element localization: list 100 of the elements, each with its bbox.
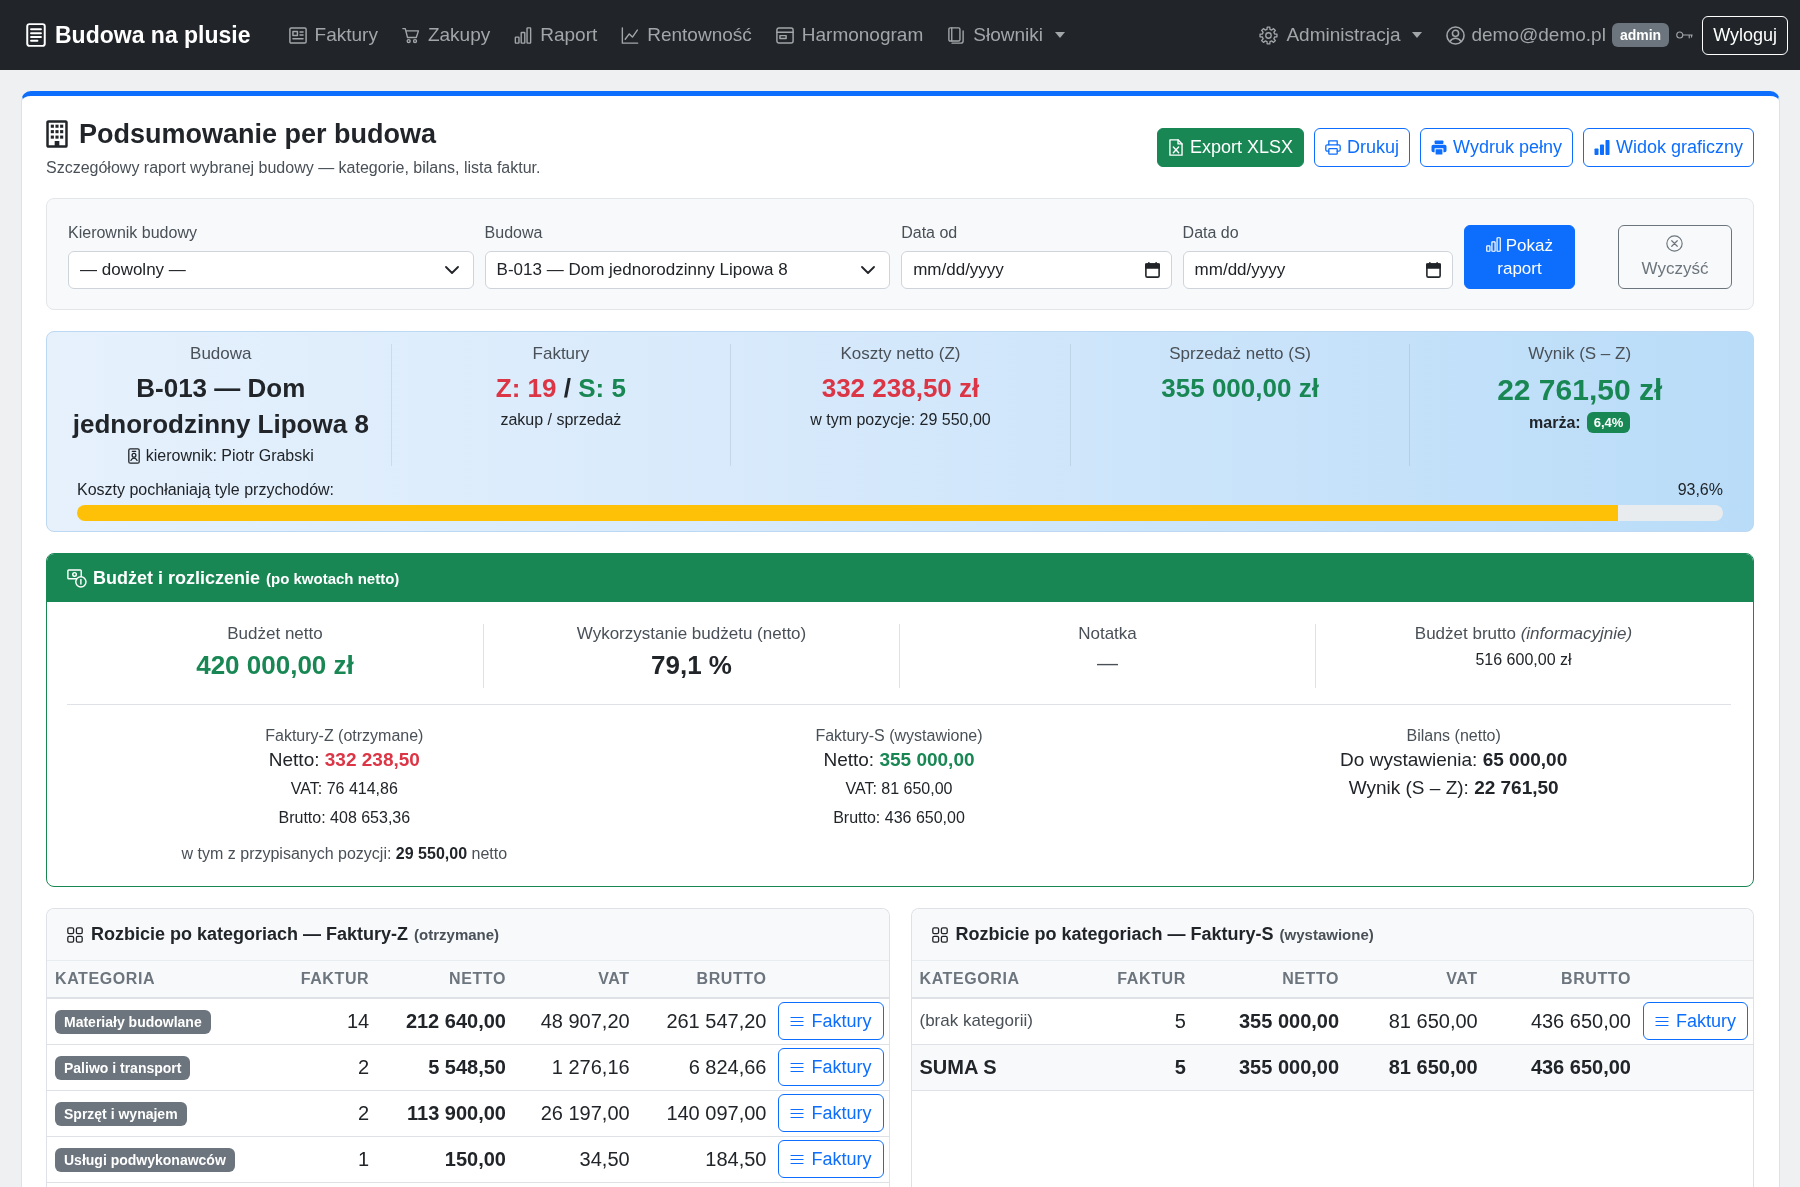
table-cell: 5 — [1082, 1044, 1194, 1090]
print-button[interactable]: Drukuj — [1314, 128, 1411, 167]
printer-icon — [1325, 139, 1342, 156]
select-field[interactable]: — dowolny — — [68, 251, 474, 289]
metric-label: Budżet netto — [226, 624, 324, 644]
stat-note: zakup / sprzedaż — [499, 410, 623, 430]
chevron-down-icon — [861, 266, 876, 274]
card-subtitle: (wystawione) — [1279, 926, 1374, 943]
progress-reading: 93,6% — [1677, 480, 1723, 500]
amount-value: 355 000,00 — [879, 749, 975, 770]
page-title: Podsumowanie per budowa — [79, 118, 437, 151]
invoices-button[interactable]: Faktury — [778, 1140, 884, 1178]
table-cell: 1 — [277, 1136, 378, 1182]
field-label: Data do — [1182, 223, 1240, 242]
amount-label: Netto: — [268, 749, 320, 770]
building-icon — [46, 120, 68, 148]
metric-label: Wykorzystanie budżetu (netto) — [575, 624, 808, 644]
table-cell: 355 000,00 — [1193, 998, 1348, 1044]
column-header: FAKTUR — [1082, 961, 1194, 998]
amount-line: Brutto: 436 650,00 — [832, 808, 966, 828]
table-cell: 81 650,00 — [1347, 998, 1486, 1044]
metric-label: Notatka — [1077, 624, 1138, 644]
metric-label: Budżet brutto (informacyjnie) — [1413, 624, 1634, 644]
table-cell: SUMA S — [911, 1044, 1083, 1090]
id-badge-icon — [127, 448, 140, 464]
settings-icon — [1259, 25, 1279, 45]
stat-value: B-013 — Dom jednorodzinny Lipowa 8 — [71, 372, 370, 441]
table-cell: 113 900,00 — [377, 1090, 514, 1136]
metric-value: 79,1 % — [650, 649, 733, 682]
column-header: BRUTTO — [1485, 961, 1639, 998]
list-icon — [790, 1153, 805, 1165]
stat-label: Budowa — [189, 344, 253, 364]
column-title: Faktury-S (wystawione) — [814, 726, 984, 746]
list-icon — [790, 1061, 805, 1073]
table-cell: 1 276,16 — [514, 1044, 638, 1090]
margin-label: marża: — [1529, 413, 1581, 432]
stat-note: w tym pozycje: 29 550,00 — [809, 410, 992, 430]
report-button[interactable]: Pokaż raport — [1464, 225, 1575, 289]
table-cell: 5 548,50 — [377, 1044, 514, 1090]
stat-label: Faktury — [531, 344, 591, 364]
brand-link[interactable]: Budowa na plusie — [14, 15, 263, 55]
nav-link[interactable]: Zakupy — [389, 18, 503, 52]
table-cell: 436 650,00 — [1485, 998, 1639, 1044]
page-subtitle: Szczegółowy raport wybranej budowy — kategorie, bilans, lista faktur. — [46, 159, 541, 177]
table-cell: 5 — [1082, 998, 1194, 1044]
margin-badge: 6,4% — [1586, 412, 1631, 433]
bar-chart-icon — [1593, 139, 1610, 156]
clear-button[interactable]: Wyczyść — [1618, 225, 1732, 289]
table-cell: 2 — [277, 1090, 378, 1136]
nav-link[interactable]: Faktury — [276, 18, 390, 52]
cash-coin-icon — [67, 568, 87, 588]
date-field[interactable]: mm/dd/yyyy — [901, 251, 1172, 289]
full-print-button[interactable]: Wydruk pełny — [1420, 128, 1573, 167]
table-cell: 150,00 — [377, 1136, 514, 1182]
user-link[interactable]: demo@demo.pl — [1434, 18, 1610, 52]
category-badge: Usługi podwykonawców — [55, 1147, 235, 1172]
nav-link[interactable]: Harmonogram — [763, 18, 936, 52]
invoices-button[interactable]: Faktury — [1643, 1002, 1748, 1041]
grid-icon — [67, 926, 83, 943]
nav-link[interactable]: Słowniki — [935, 18, 1077, 52]
chart-view-button[interactable]: Widok graficzny — [1582, 128, 1754, 167]
stat-value: 332 238,50 zł — [820, 372, 981, 405]
stat-value: Z: 19 — [495, 373, 557, 403]
invoices-button[interactable]: Faktury — [778, 1002, 884, 1041]
export-button[interactable]: Export XLSX — [1157, 128, 1305, 167]
metric-value: — — [1096, 650, 1119, 676]
admin-menu[interactable]: Administracja — [1247, 18, 1435, 52]
card-subtitle: (po kwotach netto) — [266, 569, 400, 587]
column-header: FAKTUR — [277, 961, 378, 998]
card-title: Rozbicie po kategoriach — Faktury-Z — [91, 924, 409, 945]
books-icon — [947, 26, 966, 44]
nav-link[interactable]: Rentowność — [609, 18, 764, 52]
calendar-icon — [1144, 262, 1160, 278]
select-field[interactable]: B-013 — Dom jednorodzinny Lipowa 8 — [484, 251, 891, 289]
column-header: KATEGORIA — [47, 961, 278, 998]
field-label: Budowa — [484, 223, 544, 242]
column-header: KATEGORIA — [911, 961, 1083, 998]
card-title: Rozbicie po kategoriach — Faktury-S — [955, 924, 1274, 945]
progress-label: Koszty pochłaniają tyle przychodów: — [77, 480, 335, 500]
calendar-icon — [1426, 262, 1441, 278]
newspaper-icon — [288, 26, 307, 44]
table-cell: (brak kategorii) — [911, 998, 1083, 1044]
table-cell: 212 640,00 — [377, 998, 514, 1044]
cart-icon — [401, 26, 420, 44]
invoices-button[interactable]: Faktury — [778, 1048, 884, 1086]
key-icon — [1676, 30, 1694, 40]
field-label: Kierownik budowy — [68, 223, 198, 242]
table-cell: 48 907,20 — [514, 998, 638, 1044]
stat-label: Wynik (S – Z) — [1527, 344, 1633, 364]
footnote: w tym z przypisanych pozycji: 29 550,00 netto — [180, 844, 509, 864]
table-cell: 6 824,66 — [637, 1044, 775, 1090]
invoices-button[interactable]: Faktury — [778, 1094, 884, 1132]
logout-button[interactable]: Wyloguj — [1702, 15, 1788, 55]
stat-value: 22 761,50 zł — [1496, 372, 1664, 408]
nav-link[interactable]: Raport — [502, 18, 610, 52]
stat-value: / — [563, 373, 571, 403]
amount-line: VAT: 81 650,00 — [844, 779, 954, 799]
clear-icon — [1666, 234, 1684, 252]
date-field[interactable]: mm/dd/yyyy — [1182, 251, 1453, 289]
amount-value: 65 000,00 — [1482, 749, 1568, 770]
